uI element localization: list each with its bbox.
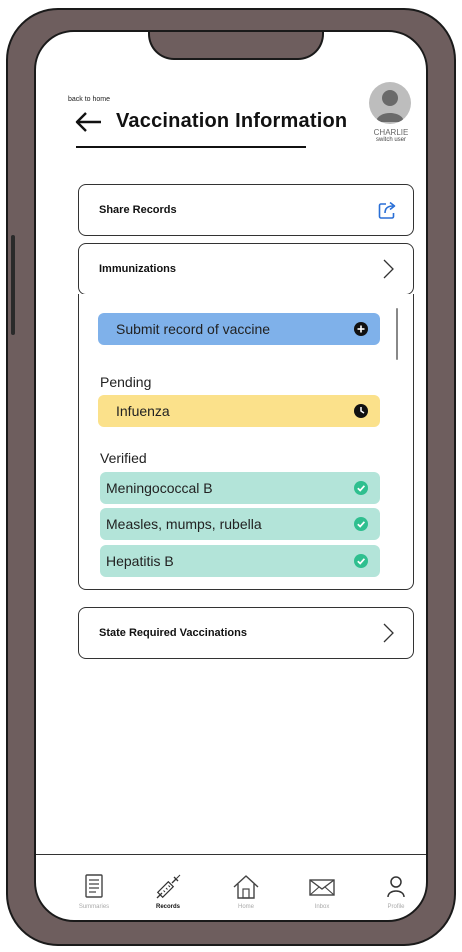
verified-item[interactable]: Meningococcal B [100,472,380,504]
state-required-card[interactable]: State Required Vaccinations [78,607,414,659]
switch-user-link[interactable]: switch user [366,137,416,143]
panel-scrollbar[interactable] [396,308,398,360]
immunizations-card[interactable]: Immunizations [78,243,414,295]
immunizations-label: Immunizations [99,263,177,275]
share-icon[interactable] [377,199,399,221]
phone-frame: back to home Vaccination Information CHA… [6,8,456,946]
notch [148,32,324,60]
share-records-card[interactable]: Share Records [78,184,414,236]
verified-item-label: Hepatitis B [106,553,174,569]
nav-home[interactable]: Home [216,864,276,920]
nav-summaries[interactable]: Summaries [64,864,124,920]
share-records-label: Share Records [99,204,177,216]
back-arrow-icon[interactable] [74,110,104,134]
syringe-icon [156,874,181,899]
title-underline [76,146,306,148]
check-circle-icon [354,517,368,531]
home-icon [233,875,259,899]
back-to-home-link[interactable]: back to home [68,96,110,103]
pending-item-label: Infuenza [116,403,170,419]
pending-item[interactable]: Infuenza [98,395,380,427]
nav-profile[interactable]: Profile [366,864,426,920]
document-icon [85,874,103,898]
check-circle-icon [354,554,368,568]
submit-record-label: Submit record of vaccine [116,321,271,337]
clock-icon [354,404,368,418]
mail-icon [309,879,335,896]
chevron-right-icon [383,259,394,279]
verified-item-label: Measles, mumps, rubella [106,516,262,532]
chevron-right-icon [383,623,394,643]
plus-circle-icon [354,322,368,336]
nav-label: Records [155,904,180,910]
check-circle-icon [354,481,368,495]
verified-item[interactable]: Hepatitis B [100,545,380,577]
verified-item[interactable]: Measles, mumps, rubella [100,508,380,540]
nav-inbox[interactable]: Inbox [292,864,352,920]
user-name: CHARLIE [373,128,409,137]
state-required-label: State Required Vaccinations [99,627,247,639]
screen: back to home Vaccination Information CHA… [34,30,428,922]
nav-label: Inbox [314,904,330,910]
person-icon [387,876,405,898]
pending-heading: Pending [100,374,152,390]
side-button [11,235,15,335]
verified-item-label: Meningococcal B [106,480,213,496]
nav-records[interactable]: Records [138,864,198,920]
user-silhouette-icon [376,90,404,122]
nav-label: Summaries [78,904,110,910]
avatar[interactable] [369,82,411,124]
verified-heading: Verified [100,450,147,466]
page-title: Vaccination Information [116,110,348,132]
nav-label: Home [237,904,254,910]
nav-label: Profile [387,904,405,910]
submit-record-button[interactable]: Submit record of vaccine [98,313,380,345]
bottom-nav-divider [36,854,426,855]
